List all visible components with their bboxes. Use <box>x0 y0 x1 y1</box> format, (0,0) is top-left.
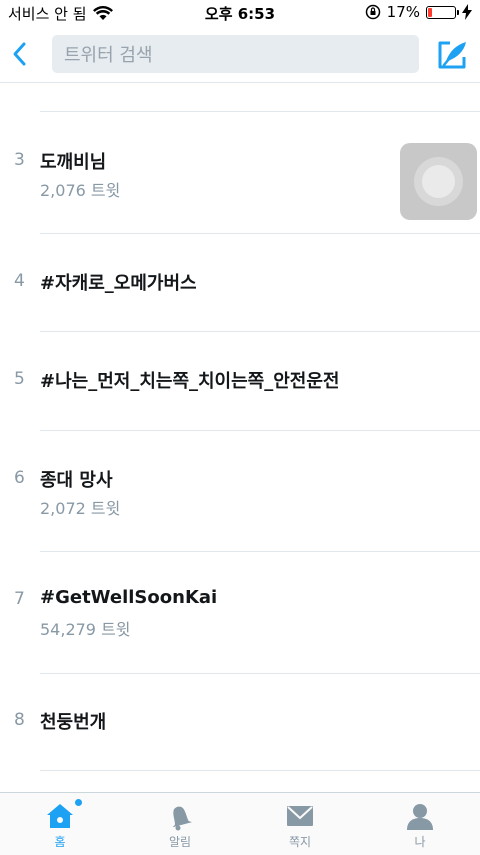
trend-rank: 8 <box>14 710 25 730</box>
trend-rank: 7 <box>14 589 25 609</box>
trend-name: 도깨비님 <box>40 152 107 173</box>
tab-label: 나 <box>414 835 426 849</box>
charging-bolt-icon <box>462 4 472 20</box>
envelope-icon <box>287 806 313 826</box>
battery-percent: 17% <box>386 3 420 21</box>
thumbnail-inner-dot <box>422 165 455 198</box>
search-placeholder: 트위터 검색 <box>64 45 153 66</box>
trend-name: #나는_먼저_치는쪽_치이는쪽_안전운전 <box>40 371 340 392</box>
thumbnail-circle <box>414 157 463 206</box>
status-right: 17% <box>365 3 472 21</box>
trend-rank: 6 <box>14 468 25 488</box>
compose-tweet-button[interactable] <box>436 39 468 71</box>
row-divider <box>40 770 480 771</box>
tab-notifications[interactable]: 알림 <box>120 793 240 855</box>
trend-row[interactable]: 3 도깨비님 2,076 트윗 <box>0 112 480 233</box>
tab-label: 홈 <box>54 835 66 849</box>
search-input[interactable]: 트위터 검색 <box>52 35 419 73</box>
chevron-left-icon <box>13 42 26 66</box>
bell-icon <box>172 806 192 831</box>
trend-row[interactable]: 4 #자캐로_오메가버스 <box>0 234 480 331</box>
tab-home[interactable]: 홈 <box>0 793 120 855</box>
battery-icon <box>426 5 459 19</box>
trend-name: #자캐로_오메가버스 <box>40 273 197 294</box>
trend-row[interactable]: 6 종대 망사 2,072 트윗 <box>0 431 480 551</box>
trend-row[interactable]: 5 #나는_먼저_치는쪽_치이는쪽_안전운전 <box>0 332 480 430</box>
trend-tweet-count: 54,279 트윗 <box>40 620 131 639</box>
back-button[interactable] <box>8 38 32 70</box>
trend-rank: 3 <box>14 150 25 170</box>
status-bar: 서비스 안 됨 오후 6:53 17% <box>0 0 480 26</box>
trend-name: 천둥번개 <box>40 712 107 733</box>
trend-tweet-count: 2,076 트윗 <box>40 181 121 200</box>
trend-row[interactable]: 8 천둥번개 <box>0 674 480 770</box>
profile-icon <box>407 804 433 830</box>
orientation-lock-icon <box>365 4 380 20</box>
trend-rank: 5 <box>14 369 25 389</box>
search-nav-bar: 트위터 검색 <box>0 26 480 83</box>
trend-tweet-count: 2,072 트윗 <box>40 499 121 518</box>
tab-messages[interactable]: 쪽지 <box>240 793 360 855</box>
trend-name: 종대 망사 <box>40 470 113 491</box>
tab-me[interactable]: 나 <box>360 793 480 855</box>
tab-bar: 홈 알림 쪽지 나 <box>0 792 480 855</box>
compose-feather-icon <box>438 41 466 69</box>
trend-name: #GetWellSoonKai <box>40 587 218 608</box>
trend-rank: 4 <box>14 271 25 291</box>
home-icon <box>47 804 73 828</box>
tab-label: 알림 <box>168 835 192 849</box>
tab-label: 쪽지 <box>288 835 312 849</box>
trend-row[interactable]: 7 #GetWellSoonKai 54,279 트윗 <box>0 552 480 673</box>
new-content-dot <box>75 799 82 806</box>
trend-thumbnail <box>400 143 477 220</box>
battery-level-fill <box>428 7 432 17</box>
